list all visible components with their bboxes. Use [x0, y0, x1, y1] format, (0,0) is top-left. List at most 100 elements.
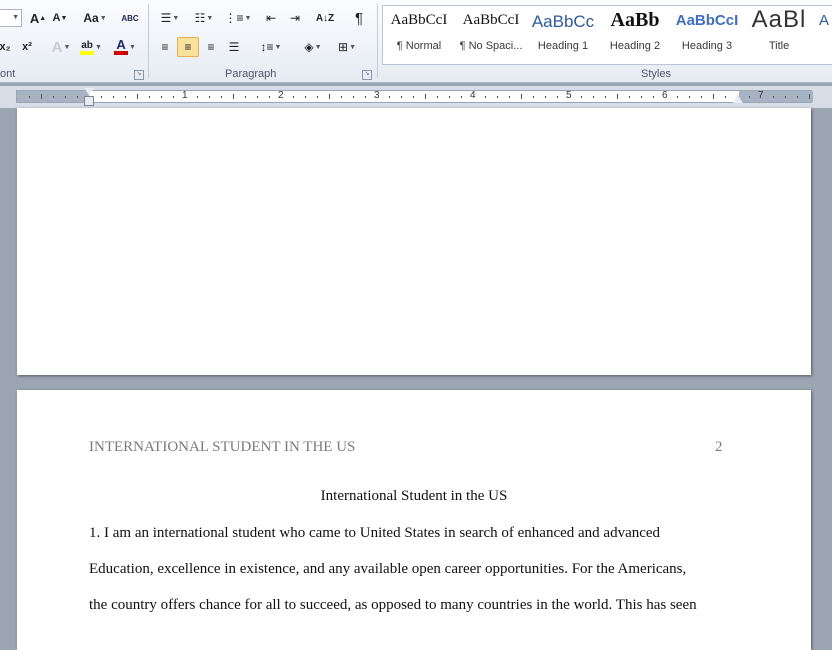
ruler-tick: [497, 96, 498, 98]
document-title[interactable]: International Student in the US: [17, 488, 811, 505]
shrink-font-button[interactable]: A ▼: [49, 8, 71, 28]
ruler-tick: [485, 96, 486, 98]
style-title[interactable]: AaBl Title: [743, 6, 815, 64]
style-subtitle[interactable]: A: [815, 6, 832, 64]
ruler-tick: [437, 96, 438, 98]
style-no-spacing[interactable]: AaBbCcI ¶ No Spaci...: [455, 6, 527, 64]
subscript-button[interactable]: x₂: [0, 37, 16, 57]
ruler-tick: [545, 96, 546, 98]
body-text-line[interactable]: 1. I am an international student who cam…: [89, 525, 749, 542]
ruler-tick: [233, 94, 234, 99]
align-right-button[interactable]: ≡: [200, 37, 222, 57]
font-group-label: ont: [0, 68, 16, 80]
shading-button[interactable]: ◈ ▼: [298, 37, 328, 57]
group-separator: [377, 4, 378, 78]
group-separator: [148, 4, 149, 78]
increase-indent-button[interactable]: ⇥: [284, 8, 306, 28]
clear-formatting-icon: ABC: [121, 13, 139, 23]
ruler-tick: [593, 96, 594, 98]
ruler-tick: [605, 96, 606, 98]
ruler-tick: [401, 96, 402, 98]
sort-button[interactable]: A↓Z: [314, 8, 336, 28]
ruler-tick: [29, 96, 30, 98]
ruler-tick: [629, 96, 630, 98]
line-spacing-button[interactable]: ↕≡ ▼: [256, 37, 286, 57]
numbering-icon: ☷: [194, 11, 206, 25]
grow-font-button[interactable]: A ▲: [27, 8, 49, 28]
styles-group-label: Styles: [641, 68, 671, 80]
highlight-button[interactable]: ab ▼: [78, 37, 104, 57]
style-heading-1[interactable]: AaBbCc Heading 1: [527, 6, 599, 64]
decrease-indent-button[interactable]: ⇤: [260, 8, 282, 28]
ruler-tick: [53, 96, 54, 98]
clear-formatting-button[interactable]: ABC: [119, 8, 141, 28]
running-header[interactable]: INTERNATIONAL STUDENT IN THE US: [89, 439, 355, 456]
ruler-right-margin: [739, 91, 813, 102]
ruler-tick: [701, 96, 702, 98]
body-text-line[interactable]: Education, excellence in existence, and …: [89, 561, 749, 578]
superscript-button[interactable]: x²: [16, 37, 38, 57]
ruler-tick: [125, 96, 126, 98]
font-color-bar: [114, 51, 129, 55]
ruler-tick: [449, 96, 450, 98]
paragraph-group-label: Paragraph: [225, 68, 277, 80]
decrease-indent-icon: ⇤: [265, 11, 277, 25]
first-line-indent-marker[interactable]: [84, 88, 94, 95]
ruler-tick: [749, 96, 750, 98]
ruler-tick: [137, 94, 138, 99]
font-color-button[interactable]: A ▼: [112, 37, 138, 57]
highlight-color-bar: [80, 50, 95, 55]
ruler-tick: [245, 96, 246, 98]
align-center-icon: ≡: [184, 40, 192, 54]
align-center-button[interactable]: ≡: [177, 37, 199, 57]
style-heading-2[interactable]: AaBb Heading 2: [599, 6, 671, 64]
ruler-number: 4: [470, 90, 476, 101]
bullets-button[interactable]: ☰ ▼: [154, 8, 186, 28]
text-effects-button[interactable]: A ▼: [48, 37, 74, 57]
ribbon: ▼ A ▲ A ▼ Aa ▼ ABC x₂ x² A ▼ ab ▼ A ▼ ont ↘ ☰ ▼…: [0, 0, 832, 83]
document-page-1[interactable]: [17, 108, 811, 375]
ruler-tick: [257, 96, 258, 98]
body-text-line[interactable]: the country offers chance for all to suc…: [89, 597, 749, 614]
ruler-track: 1 2 3 4 5 6 7: [16, 90, 813, 103]
ruler-number: 6: [662, 90, 668, 101]
hanging-indent-marker[interactable]: [84, 96, 94, 106]
ruler-tick: [305, 96, 306, 98]
ruler-tick: [221, 96, 222, 98]
ruler-tick: [269, 96, 270, 98]
ruler-tick: [209, 96, 210, 98]
right-indent-marker[interactable]: [733, 95, 743, 103]
multilevel-list-icon: ⋮≡: [224, 11, 244, 25]
style-heading-3[interactable]: AaBbCcI Heading 3: [671, 6, 743, 64]
show-formatting-marks-button[interactable]: ¶: [348, 8, 370, 28]
numbering-button[interactable]: ☷ ▼: [188, 8, 220, 28]
paragraph-dialog-launcher[interactable]: ↘: [362, 70, 372, 80]
ruler-tick: [461, 96, 462, 98]
change-case-button[interactable]: Aa ▼: [80, 8, 110, 28]
ruler-number: 1: [182, 90, 188, 101]
font-dialog-launcher[interactable]: ↘: [134, 70, 144, 80]
ruler-tick: [101, 96, 102, 98]
multilevel-list-button[interactable]: ⋮≡ ▼: [222, 8, 254, 28]
horizontal-ruler[interactable]: 1 2 3 4 5 6 7: [0, 86, 832, 108]
ruler-tick: [41, 94, 42, 99]
font-size-combo[interactable]: ▼: [0, 9, 22, 27]
ruler-tick: [65, 96, 66, 98]
ruler-tick: [785, 96, 786, 98]
increase-indent-icon: ⇥: [289, 11, 301, 25]
ruler-tick: [341, 96, 342, 98]
align-left-icon: ≡: [161, 40, 169, 54]
ruler-tick: [293, 96, 294, 98]
style-normal[interactable]: AaBbCcI ¶ Normal: [383, 6, 455, 64]
ruler-tick: [617, 94, 618, 99]
ruler-tick: [557, 96, 558, 98]
ruler-tick: [329, 94, 330, 99]
borders-button[interactable]: ⊞ ▼: [332, 37, 362, 57]
justify-button[interactable]: ☰: [223, 37, 245, 57]
ruler-tick: [353, 96, 354, 98]
shading-bucket-icon: ◈: [304, 40, 314, 54]
font-group: ▼ A ▲ A ▼ Aa ▼ ABC x₂ x² A ▼ ab ▼ A ▼ ont ↘: [0, 0, 148, 82]
align-left-button[interactable]: ≡: [154, 37, 176, 57]
ruler-tick: [725, 96, 726, 98]
document-page-2[interactable]: INTERNATIONAL STUDENT IN THE US 2 Intern…: [17, 390, 811, 650]
